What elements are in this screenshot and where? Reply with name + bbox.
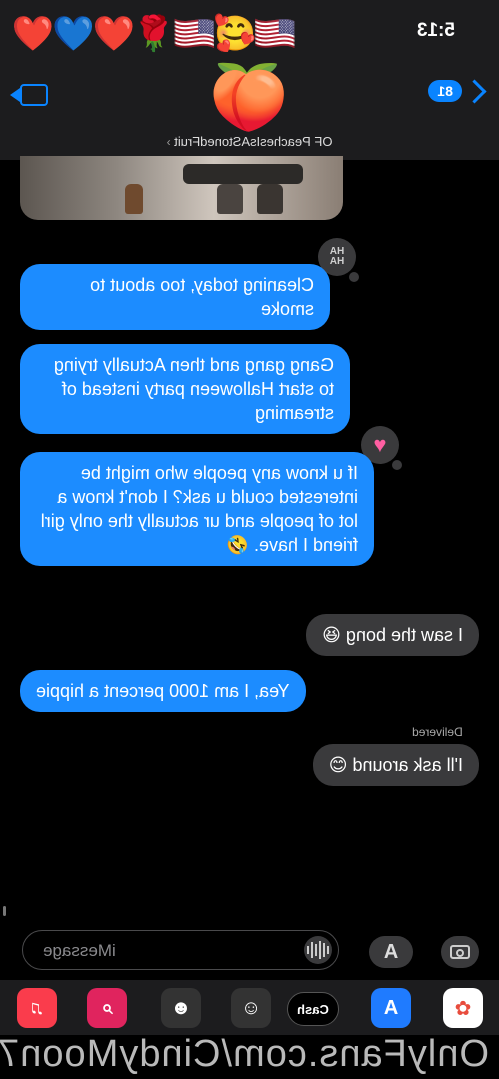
received-message-bubble[interactable]: Gang gang and then Actually trying to st… [20,344,350,434]
chevron-right-icon: › [166,135,171,149]
app-store-button[interactable]: A [369,936,413,968]
message-thread[interactable]: HA HA Cleaning today, too about to smoke… [0,156,499,930]
status-time: 5:13 [416,20,455,41]
photo-object [125,184,143,214]
apple-cash-icon[interactable]: Cash [287,992,339,1026]
memoji-icon[interactable]: ☺ [231,988,271,1028]
app-store-icon[interactable]: A [371,988,411,1028]
audio-waveform-icon[interactable] [304,936,332,964]
tapback-glyph: ♥ [373,432,387,457]
status-emoji-string: 🇺🇸🥰🇺🇸🌹❤️💙❤️ [14,15,297,53]
conversation-header: 5:13 🇺🇸🥰🇺🇸🌹❤️💙❤️ 81 🍑 OF PeachesIsAStone… [0,0,499,160]
facetime-video-icon[interactable] [20,84,48,106]
photo-shelf [183,164,303,184]
compose-bar: A iMessage [0,930,499,975]
received-message-bubble[interactable]: Yea, I am 1000 percent a hippie [20,670,306,712]
delivered-status: Delivered [412,725,463,739]
watermark: OnlyFans.com/CindyMoon7 [0,1033,489,1075]
sent-message-bubble[interactable]: I'll ask around 😊 [312,744,479,786]
imessage-input[interactable]: iMessage [22,930,339,970]
sent-message-bubble[interactable]: I saw the bong 😆 [306,614,479,656]
app-drawer: ✿ A Cash ☺ ☻ ⌕ ♫ [0,980,499,1035]
unread-badge: 81 [428,80,462,102]
camera-button[interactable] [441,936,479,968]
memoji-stickers-icon[interactable]: ☻ [161,988,201,1028]
photo-object [257,184,283,214]
camera-lens-icon [456,949,464,957]
back-button[interactable]: 81 [428,78,487,104]
imessage-placeholder: iMessage [43,941,116,960]
photo-object [217,184,243,214]
contact-avatar[interactable]: 🍑 [207,60,291,134]
received-message-bubble[interactable]: Cleaning today, too about to smoke [20,264,330,330]
web-images-icon[interactable]: ⌕ [87,988,127,1028]
contact-name[interactable]: OF PeachesIsAStonedFruit › [0,134,499,149]
photo-attachment[interactable] [20,156,343,220]
tapback-label: HA HA [329,246,345,267]
chevron-left-icon [462,78,487,104]
photos-app-icon[interactable]: ✿ [443,988,483,1028]
contact-name-label: OF PeachesIsAStonedFruit [174,134,333,149]
received-message-bubble[interactable]: If u know any people who might be intere… [20,452,374,566]
mirrored-screen: 5:13 🇺🇸🥰🇺🇸🌹❤️💙❤️ 81 🍑 OF PeachesIsAStone… [0,0,499,1079]
scroll-indicator [3,906,6,916]
music-app-icon[interactable]: ♫ [17,988,57,1028]
